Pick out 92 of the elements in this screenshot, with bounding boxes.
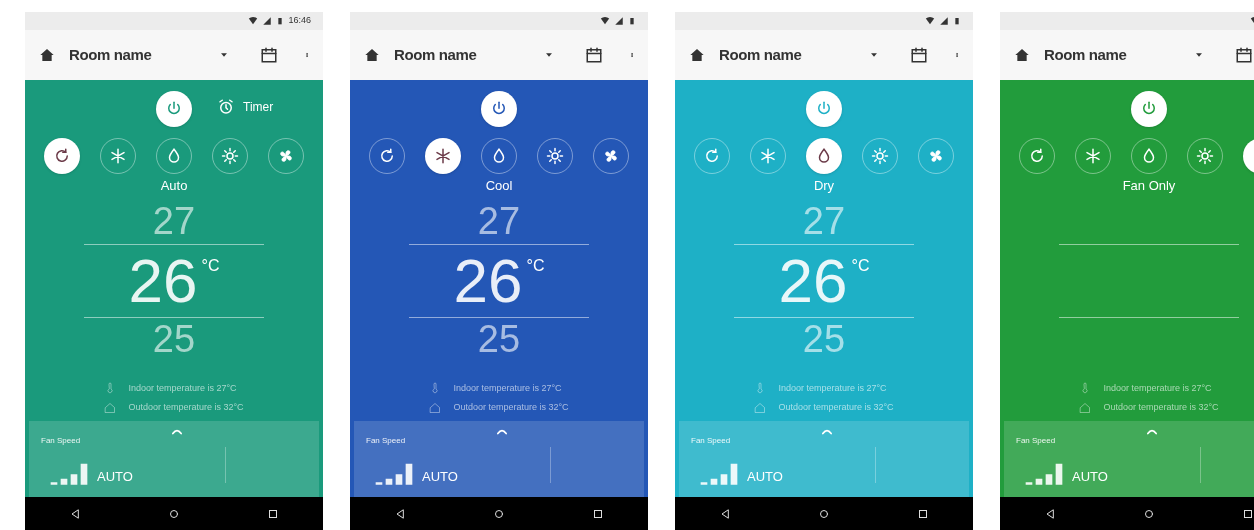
- temperature-reading: Indoor temperature is 27°C: [128, 381, 237, 395]
- temperature-below: 25: [477, 319, 521, 358]
- room-name: Room name: [394, 44, 477, 65]
- timer-button[interactable]: Timer: [217, 98, 274, 116]
- dry-mode-button[interactable]: [806, 138, 842, 174]
- alarm-clock-icon: [217, 98, 235, 116]
- home-icon: [689, 47, 705, 63]
- home-icon: [1014, 47, 1030, 63]
- circle-icon: [818, 507, 830, 520]
- circle-icon: [168, 507, 180, 520]
- temperature-reading: Indoor temperature is 27°C: [453, 381, 562, 395]
- sun-icon: [221, 147, 239, 165]
- temperature-below: 25: [802, 319, 846, 358]
- snowflake-icon: [434, 147, 452, 165]
- sun-icon: [1196, 147, 1214, 165]
- home-icon: [364, 47, 380, 63]
- fan-icon: [927, 147, 945, 165]
- room-name: Room name: [69, 44, 152, 65]
- square-icon: [267, 507, 280, 520]
- cycle-icon: [703, 147, 721, 165]
- calendar-icon: [910, 46, 928, 64]
- temperature-reading: Indoor temperature is 27°C: [778, 381, 887, 395]
- temperature-unit: °C: [201, 255, 220, 276]
- status-time: 16:46: [288, 14, 311, 28]
- power-button[interactable]: [481, 91, 517, 127]
- current-temperature: 26: [128, 249, 198, 312]
- calendar-icon: [260, 46, 278, 64]
- battery-icon: [953, 16, 961, 26]
- fan-speed-value: AUTO: [747, 468, 783, 486]
- battery-icon: [628, 16, 636, 26]
- current-temperature: 26: [778, 249, 848, 312]
- calendar-icon: [1235, 46, 1253, 64]
- fan-icon: [277, 147, 295, 165]
- signal-icon: [614, 16, 624, 26]
- temperature-reading: Outdoor temperature is 32°C: [778, 401, 894, 414]
- fan-speed-label: Fan Speed: [366, 435, 406, 447]
- house-icon: [1079, 401, 1092, 414]
- fan-speed-label: Fan Speed: [41, 435, 81, 447]
- fan-speed-label: Fan Speed: [691, 435, 731, 447]
- cycle-icon: [53, 147, 71, 165]
- fan-icon: [602, 147, 620, 165]
- cycle-icon: [378, 147, 396, 165]
- schedule-button[interactable]: [909, 45, 929, 65]
- house-icon: [104, 401, 117, 414]
- fan-speed-value: AUTO: [422, 468, 458, 486]
- temperature-reading: Indoor temperature is 27°C: [1103, 381, 1212, 395]
- temperature-unit: °C: [526, 255, 545, 276]
- temperature-below: 25: [152, 319, 196, 358]
- auto-mode-button[interactable]: [44, 138, 80, 174]
- power-button[interactable]: [1131, 91, 1167, 127]
- mode-label: Auto: [160, 177, 188, 195]
- sun-icon: [546, 147, 564, 165]
- cycle-icon: [1028, 147, 1046, 165]
- sun-icon: [871, 147, 889, 165]
- snowflake-icon: [759, 147, 777, 165]
- square-icon: [1242, 507, 1254, 520]
- square-icon: [917, 507, 930, 520]
- circle-icon: [493, 507, 505, 520]
- house-icon: [754, 401, 767, 414]
- circle-icon: [1143, 507, 1155, 520]
- temperature-reading: Outdoor temperature is 32°C: [128, 401, 244, 414]
- power-button[interactable]: [156, 91, 192, 127]
- mode-label: Dry: [813, 177, 835, 195]
- cool-mode-button[interactable]: [425, 138, 461, 174]
- schedule-button[interactable]: [259, 45, 279, 65]
- fan-speed-value: AUTO: [1072, 468, 1108, 486]
- house-icon: [429, 401, 442, 414]
- mode-label: Fan Only: [1122, 177, 1176, 195]
- fan-speed-value: AUTO: [97, 468, 133, 486]
- temperature-above: 27: [152, 201, 196, 240]
- temperature-unit: °C: [851, 255, 870, 276]
- snowflake-icon: [1084, 147, 1102, 165]
- temperature-reading: Outdoor temperature is 32°C: [453, 401, 569, 414]
- temperature-above: 27: [802, 201, 846, 240]
- square-icon: [592, 507, 605, 520]
- temperature-reading: Outdoor temperature is 32°C: [1103, 401, 1219, 414]
- home-icon: [39, 47, 55, 63]
- current-temperature: 26: [453, 249, 523, 312]
- mode-label: Cool: [485, 177, 513, 195]
- wifi-icon: [248, 16, 259, 26]
- schedule-button[interactable]: [1234, 45, 1254, 65]
- calendar-icon: [585, 46, 603, 64]
- schedule-button[interactable]: [584, 45, 604, 65]
- temperature-above: 27: [477, 201, 521, 240]
- signal-icon: [939, 16, 949, 26]
- signal-icon: [262, 16, 273, 26]
- room-name: Room name: [1044, 44, 1127, 65]
- snowflake-icon: [109, 147, 127, 165]
- wifi-icon: [600, 16, 610, 26]
- fan-speed-label: Fan Speed: [1016, 435, 1056, 447]
- wifi-icon: [925, 16, 935, 26]
- room-name: Room name: [719, 44, 802, 65]
